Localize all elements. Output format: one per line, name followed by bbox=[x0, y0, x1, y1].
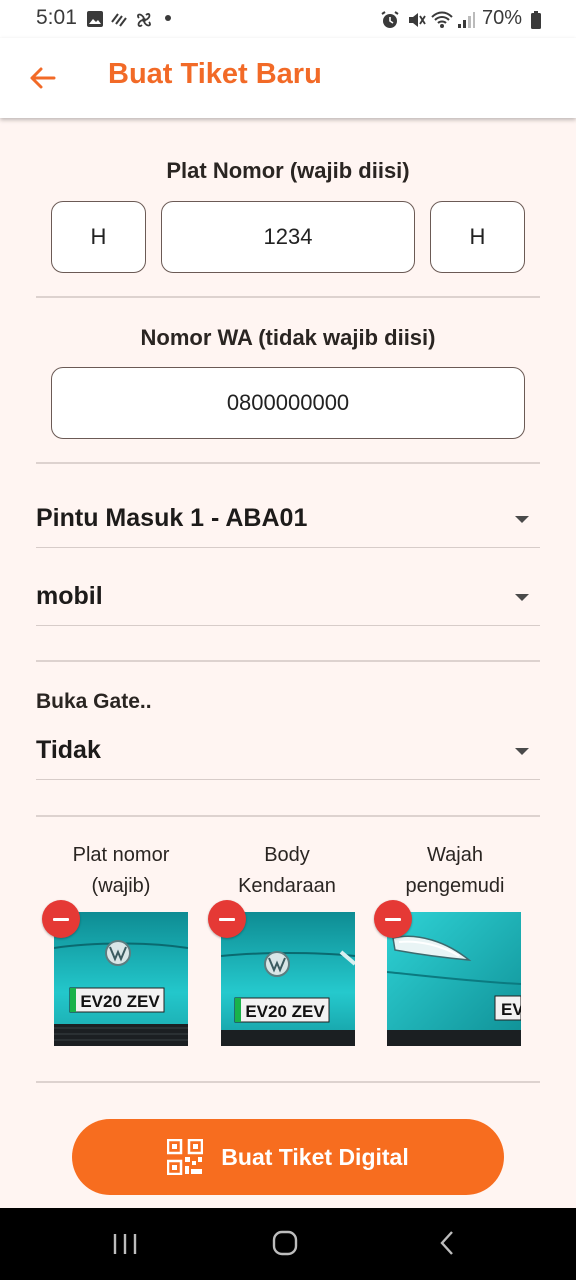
remove-photo-button[interactable] bbox=[42, 900, 80, 938]
gallery-icon bbox=[87, 11, 103, 27]
divider bbox=[36, 462, 540, 464]
photo-label-line: Kendaraan bbox=[238, 875, 336, 897]
create-digital-ticket-button[interactable]: Buat Tiket Digital bbox=[72, 1119, 504, 1195]
plate-prefix-input[interactable]: H bbox=[51, 201, 146, 273]
photo-thumbnail-body[interactable]: EV20 ZEV bbox=[221, 912, 355, 1046]
system-navigation-bar bbox=[0, 1208, 576, 1280]
gate-dropdown-value: Pintu Masuk 1 - ABA01 bbox=[36, 504, 308, 532]
vehicle-type-dropdown[interactable]: mobil bbox=[36, 578, 540, 626]
minus-icon bbox=[219, 917, 235, 921]
vehicle-type-value: mobil bbox=[36, 582, 103, 610]
remove-photo-button[interactable] bbox=[208, 900, 246, 938]
back-nav-icon[interactable] bbox=[438, 1230, 456, 1256]
license-plate-text: EV bbox=[501, 1000, 521, 1019]
photo-label-plate: Plat nomor (wajib) bbox=[41, 840, 201, 902]
open-gate-label: Buka Gate.. bbox=[36, 690, 152, 713]
dropdown-arrow-icon bbox=[515, 748, 529, 755]
qr-code-icon bbox=[167, 1139, 204, 1175]
license-plate-text: EV20 ZEV bbox=[245, 1002, 325, 1021]
photo-label-line: pengemudi bbox=[405, 875, 505, 897]
dot-icon bbox=[165, 15, 171, 21]
dropdown-arrow-icon bbox=[515, 516, 529, 523]
signal-icon bbox=[458, 12, 475, 28]
photo-thumbnail-driver[interactable]: EV bbox=[387, 912, 521, 1046]
whatsapp-input[interactable]: 0800000000 bbox=[51, 367, 525, 439]
photo-label-line: Wajah bbox=[427, 844, 483, 866]
photo-label-body: Body Kendaraan bbox=[207, 840, 367, 902]
minus-icon bbox=[53, 917, 69, 921]
home-icon[interactable] bbox=[272, 1230, 298, 1256]
minus-icon bbox=[385, 917, 401, 921]
photo-label-driver: Wajah pengemudi bbox=[375, 840, 535, 902]
divider bbox=[36, 296, 540, 298]
photo-label-line: Plat nomor bbox=[72, 844, 170, 866]
license-plate-text: EV20 ZEV bbox=[80, 992, 160, 1011]
photo-label-line: Body bbox=[264, 844, 310, 866]
dropdown-arrow-icon bbox=[515, 594, 529, 601]
battery-level: 70% bbox=[482, 7, 523, 29]
remove-photo-button[interactable] bbox=[374, 900, 412, 938]
status-bar: 5:01 70% bbox=[0, 0, 576, 38]
plate-label: Plat Nomor (wajib diisi) bbox=[166, 158, 410, 183]
car-headlight-image: EV bbox=[387, 912, 521, 1046]
alarm-icon bbox=[381, 11, 399, 28]
divider bbox=[36, 1081, 540, 1083]
plate-suffix-input[interactable]: H bbox=[430, 201, 525, 273]
open-gate-value: Tidak bbox=[36, 736, 101, 764]
app-bar: Buat Tiket Baru bbox=[0, 38, 576, 118]
fan-icon bbox=[137, 13, 151, 27]
mute-icon bbox=[409, 13, 426, 27]
open-gate-dropdown[interactable]: Tidak bbox=[36, 732, 540, 780]
page-title: Buat Tiket Baru bbox=[108, 58, 322, 90]
whatsapp-label: Nomor WA (tidak wajib diisi) bbox=[140, 325, 436, 350]
photo-label-line: (wajib) bbox=[91, 875, 151, 897]
status-time: 5:01 bbox=[36, 6, 77, 29]
car-body-image: EV20 ZEV bbox=[221, 912, 355, 1046]
gate-dropdown[interactable]: Pintu Masuk 1 - ABA01 bbox=[36, 500, 540, 548]
divider bbox=[36, 815, 540, 817]
plate-number-input[interactable]: 1234 bbox=[161, 201, 415, 273]
battery-icon bbox=[531, 11, 541, 29]
sync-icon bbox=[111, 13, 127, 27]
arrow-back-icon bbox=[30, 67, 56, 89]
wifi-icon bbox=[431, 11, 453, 28]
divider bbox=[36, 660, 540, 662]
create-digital-ticket-label: Buat Tiket Digital bbox=[221, 1143, 409, 1170]
recent-apps-icon[interactable] bbox=[112, 1232, 138, 1256]
back-button[interactable] bbox=[22, 58, 62, 98]
